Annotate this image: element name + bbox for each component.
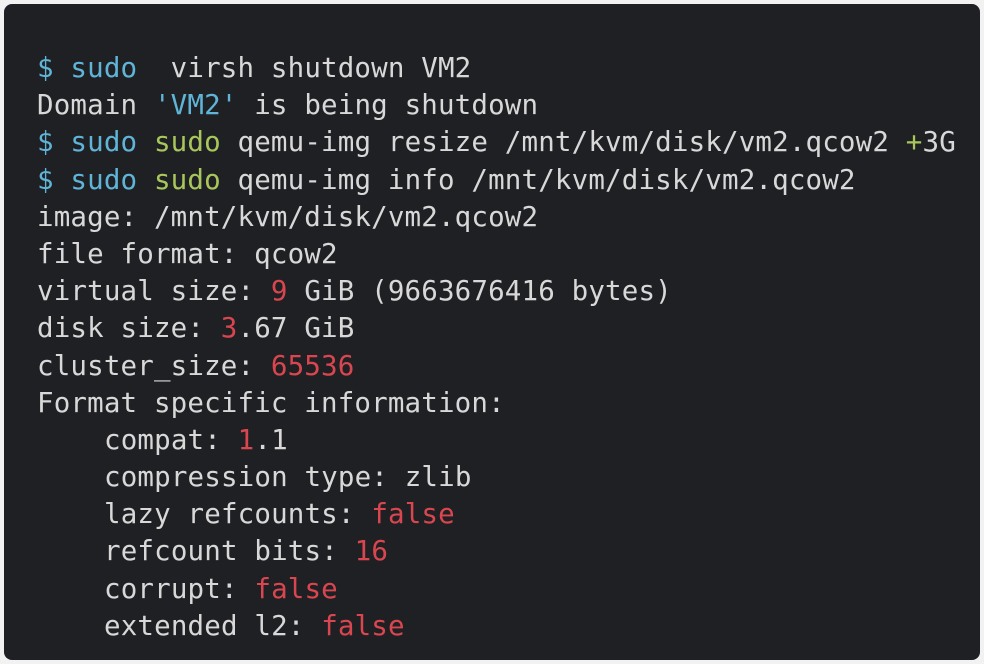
screenshot-frame: $ sudo virsh shutdown VM2 Domain 'VM2' is… [0,0,984,664]
terminal-line-output-corrupt: corrupt: false [37,571,980,608]
token-prompt: sudo [70,163,138,196]
token-text: image: /mnt/kvm/disk/vm2.qcow2 [37,200,539,233]
token-text: 3G [922,126,956,159]
token-text: .67 GiB [237,312,355,345]
token-text: qemu-img resize /mnt/kvm/disk/vm2.qcow2 [220,126,906,159]
token-text: virtual size: [37,275,271,308]
token-number: 1 [237,423,255,456]
terminal-line-output-compression-type: compression type: zlib [37,459,980,496]
token-number: false [371,498,455,531]
terminal-line-output-lazy-refcounts: lazy refcounts: false [37,496,980,533]
token-text: refcount bits: [104,535,355,568]
token-text: Format specific information: [37,386,505,419]
token-command: sudo [153,163,221,196]
token-text: cluster_size: [37,349,271,382]
token-prompt: $ [37,163,71,196]
token-text: virsh shutdown VM2 [137,52,472,84]
terminal-line-cmd-shutdown: $ sudo virsh shutdown VM2 [37,50,980,87]
token-text: extended l2: [104,609,322,642]
token-string: 'VM2' [153,89,238,122]
token-number: 16 [354,535,389,568]
terminal-line-output-refcount-bits: refcount bits: 16 [37,533,980,570]
terminal-line-output-compat: compat: 1.1 [37,422,980,459]
terminal-line-output-disk-size: disk size: 3.67 GiB [37,310,980,347]
token-number: false [254,572,338,605]
token-number: 3 [220,312,238,345]
token-text: .1 [254,423,288,456]
token-text: disk size: [37,312,221,345]
terminal-line-cmd-info: $ sudo sudo qemu-img info /mnt/kvm/disk/… [37,162,980,199]
terminal-line-cmd-resize: $ sudo sudo qemu-img resize /mnt/kvm/dis… [37,124,980,161]
token-text: lazy refcounts: [104,498,372,531]
token-text: compat: [104,423,238,456]
token-text: is being shutdown [237,89,539,122]
token-plus: + [905,126,923,159]
token-number: false [321,609,405,642]
token-prompt: $ [37,126,71,159]
terminal-window[interactable]: $ sudo virsh shutdown VM2 Domain 'VM2' is… [4,4,980,660]
token-number: 9 [270,275,288,308]
token-number: 65536 [270,349,355,382]
token-command: sudo [153,126,221,159]
terminal-line-output-virtual-size: virtual size: 9 GiB (9663676416 bytes) [37,273,980,310]
token-text: corrupt: [104,572,255,605]
token-prompt: sudo [70,52,138,84]
token-text: qemu-img info /mnt/kvm/disk/vm2.qcow2 [220,163,856,196]
terminal-output: $ sudo virsh shutdown VM2 Domain 'VM2' is… [37,50,980,645]
terminal-line-output-image: image: /mnt/kvm/disk/vm2.qcow2 [37,199,980,236]
token-text: GiB (9663676416 bytes) [287,275,672,308]
terminal-line-output-extended-l2: extended l2: false [37,608,980,645]
token-prompt: sudo [70,126,138,159]
token-prompt: $ [37,52,71,84]
terminal-line-output-format-specific: Format specific information: [37,385,980,422]
token-text: file format: qcow2 [37,237,338,270]
token-text: Domain [37,89,154,122]
terminal-line-output-domain-shutdown: Domain 'VM2' is being shutdown [37,87,980,124]
terminal-line-output-cluster-size: cluster_size: 65536 [37,348,980,385]
terminal-line-output-file-format: file format: qcow2 [37,236,980,273]
token-text: compression type: zlib [104,461,472,494]
